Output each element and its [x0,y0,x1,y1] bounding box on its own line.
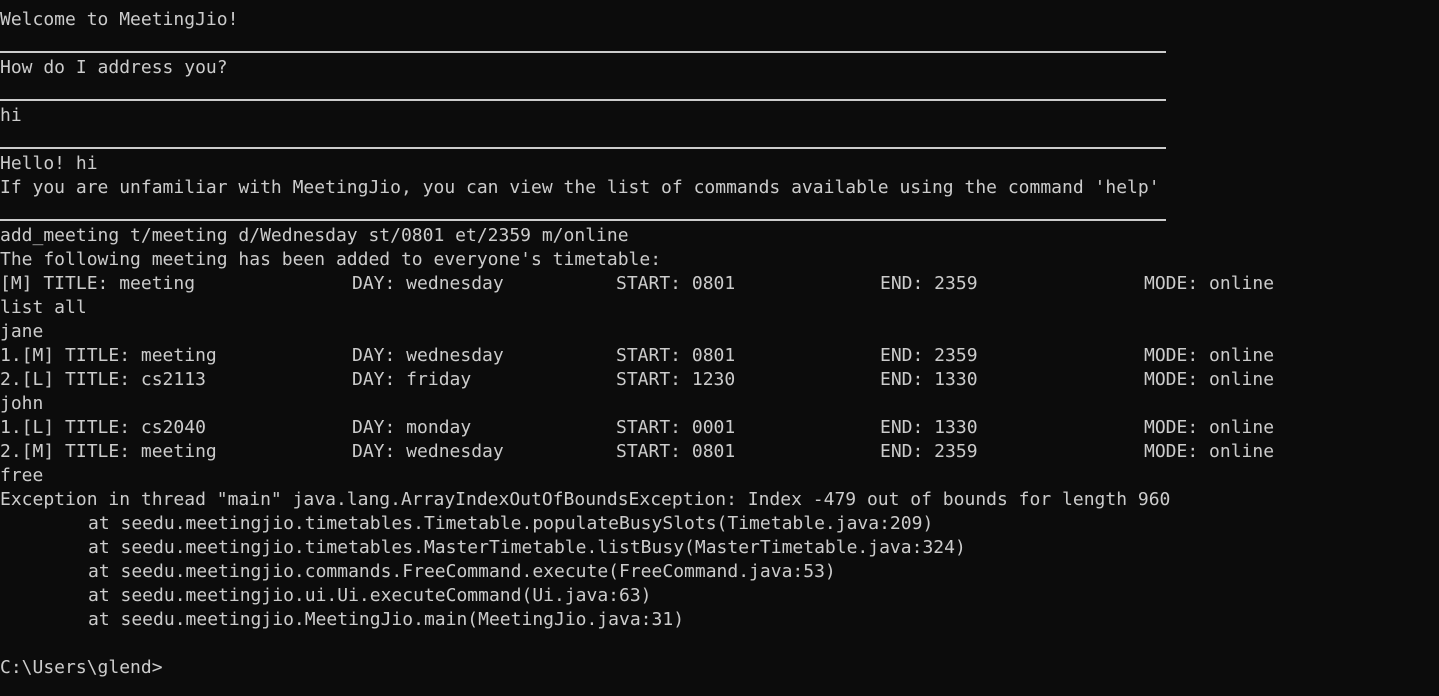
entry-mode: MODE: online [1144,441,1275,462]
stack-trace-line: at seedu.meetingjio.commands.FreeCommand… [88,561,836,582]
entry-day: DAY: wednesday [352,273,504,294]
entry-title: 1.[L] TITLE: cs2040 [0,417,206,438]
timetable-entry: 2.[M] TITLE: meeting DAY: wednesday START:… [0,440,1439,464]
entry-end: END: 1330 [880,369,978,390]
timetable-entry: 2.[L] TITLE: cs2113 DAY: friday START: 123… [0,368,1439,392]
entry-day: DAY: monday [352,417,472,438]
separator-line [0,128,1439,152]
list-command-echo: list all [0,297,87,318]
name-prompt-message: How do I address you? [0,57,228,78]
entry-title: [M] TITLE: meeting [0,273,196,294]
entry-day: DAY: friday [352,369,472,390]
entry-title: 1.[M] TITLE: meeting [0,345,217,366]
entry-title: 2.[M] TITLE: meeting [0,441,217,462]
entry-mode: MODE: online [1144,273,1275,294]
entry-end: END: 1330 [880,417,978,438]
meeting-added-message: The following meeting has been added to … [0,249,662,270]
free-command-echo: free [0,465,44,486]
entry-start: START: 0801 [616,441,736,462]
greeting-message: Hello! hi [0,153,98,174]
separator-line [0,80,1439,104]
entry-end: END: 2359 [880,345,978,366]
entry-mode: MODE: online [1144,345,1275,366]
user-name-input-echo: hi [0,105,22,126]
add-meeting-command-echo: add_meeting t/meeting d/Wednesday st/080… [0,225,629,246]
entry-start: START: 1230 [616,369,736,390]
separator-line [0,200,1439,224]
entry-day: DAY: wednesday [352,441,504,462]
stack-trace-line: at seedu.meetingjio.MeetingJio.main(Meet… [88,609,685,630]
command-prompt[interactable]: C:\Users\glend> [0,656,1439,680]
terminal-output[interactable]: Welcome to MeetingJio! How do I address … [0,8,1439,680]
help-hint-message: If you are unfamiliar with MeetingJio, y… [0,177,1160,198]
entry-day: DAY: wednesday [352,345,504,366]
entry-start: START: 0801 [616,345,736,366]
timetable-entry: 1.[M] TITLE: meeting DAY: wednesday START:… [0,344,1439,368]
timetable-entry: 1.[L] TITLE: cs2040 DAY: monday START: 000… [0,416,1439,440]
entry-mode: MODE: online [1144,369,1275,390]
entry-start: START: 0801 [616,273,736,294]
added-meeting-entry: [M] TITLE: meeting DAY: wednesday START: 0… [0,272,1439,296]
prompt-path: C:\Users\glend> [0,657,163,678]
entry-start: START: 0001 [616,417,736,438]
stack-trace-line: at seedu.meetingjio.timetables.Timetable… [88,513,934,534]
welcome-message: Welcome to MeetingJio! [0,9,239,30]
user-name-jane: jane [0,321,44,342]
separator-line [0,32,1439,56]
stack-trace-line: at seedu.meetingjio.ui.Ui.executeCommand… [88,585,652,606]
entry-mode: MODE: online [1144,417,1275,438]
user-name-john: john [0,393,44,414]
entry-end: END: 2359 [880,441,978,462]
entry-title: 2.[L] TITLE: cs2113 [0,369,206,390]
stack-trace-line: at seedu.meetingjio.timetables.MasterTim… [88,537,966,558]
entry-end: END: 2359 [880,273,978,294]
exception-message: Exception in thread "main" java.lang.Arr… [0,489,1171,510]
